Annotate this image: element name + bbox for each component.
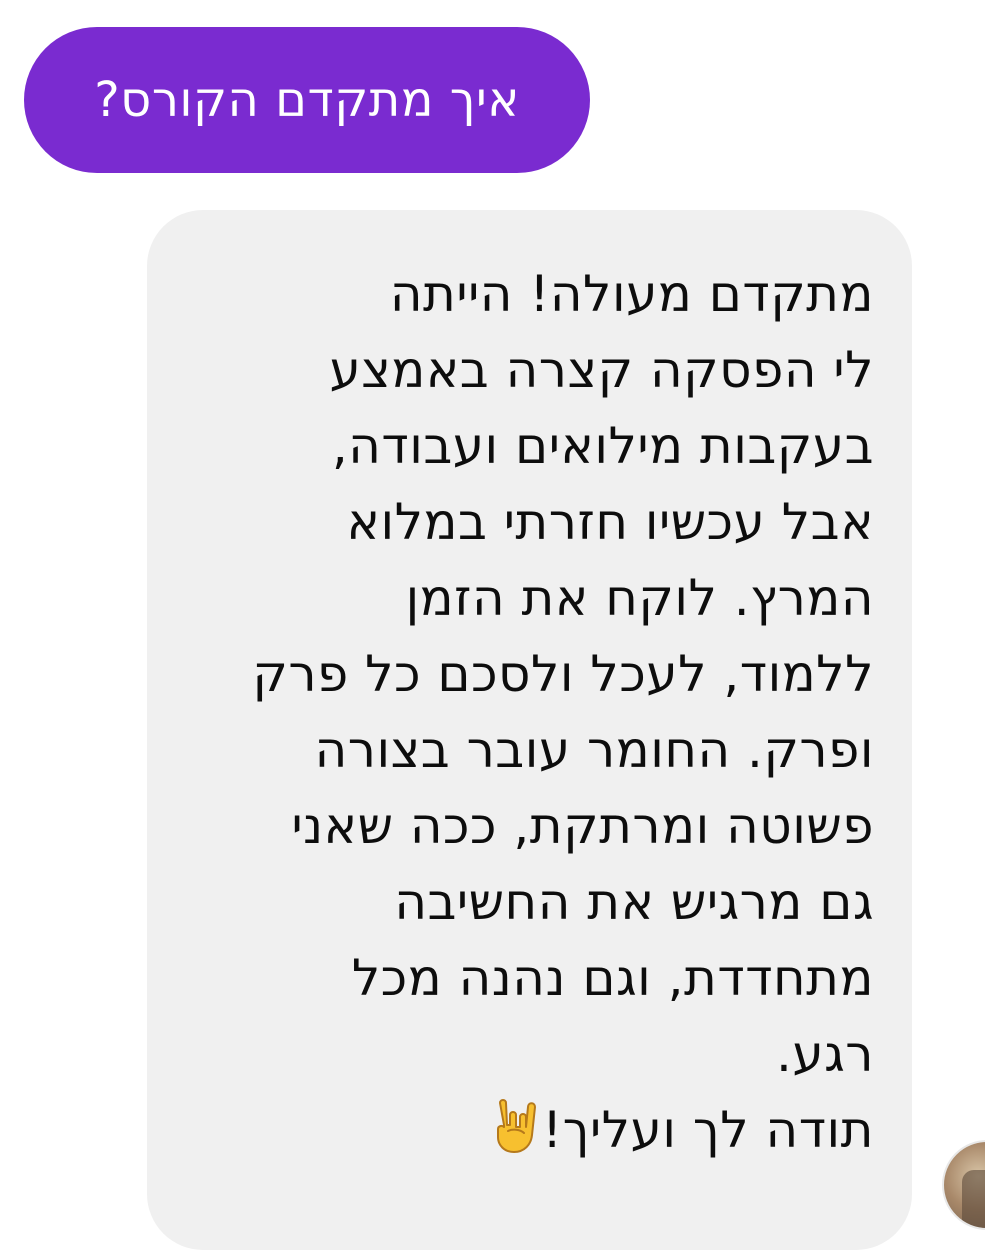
outgoing-message-text: איך מתקדם הקורס?	[94, 71, 520, 128]
message-line: ופרק. החומר עובר בצורה	[314, 721, 874, 779]
message-line: תודה לך ועליך!	[542, 1101, 874, 1159]
avatar-photo	[962, 1170, 985, 1228]
chat-thread: איך מתקדם הקורס? מתקדם מעולה! הייתה לי ה…	[0, 0, 985, 1250]
message-line: גם מרגיש את החשיבה	[394, 873, 874, 931]
message-line: אבל עכשיו חזרתי במלוא	[346, 493, 874, 551]
message-line: ללמוד, לעכל ולסכם כל פרק	[252, 645, 874, 703]
message-line: רגע.	[775, 1025, 874, 1083]
avatar[interactable]	[942, 1140, 985, 1230]
message-line: מתחדדת, וגם נהנה מכל	[351, 949, 874, 1007]
message-line: לי הפסקה קצרה באמצע	[329, 341, 874, 399]
message-line: פשוטה ומרתקת, ככה שאני	[291, 797, 874, 855]
message-line: בעקבות מילואים ועבודה,	[331, 417, 874, 475]
incoming-message-text: מתקדם מעולה! הייתה לי הפסקה קצרה באמצע ב…	[187, 256, 874, 1168]
incoming-message-bubble[interactable]: מתקדם מעולה! הייתה לי הפסקה קצרה באמצע ב…	[147, 210, 912, 1250]
message-line: מתקדם מעולה! הייתה	[389, 265, 874, 323]
sign-of-the-horns-emoji	[490, 1097, 540, 1155]
message-line-last: תודה לך ועליך!	[187, 1092, 874, 1168]
message-line: המרץ. לוקח את הזמן	[405, 569, 874, 627]
outgoing-message-bubble[interactable]: איך מתקדם הקורס?	[24, 27, 590, 173]
